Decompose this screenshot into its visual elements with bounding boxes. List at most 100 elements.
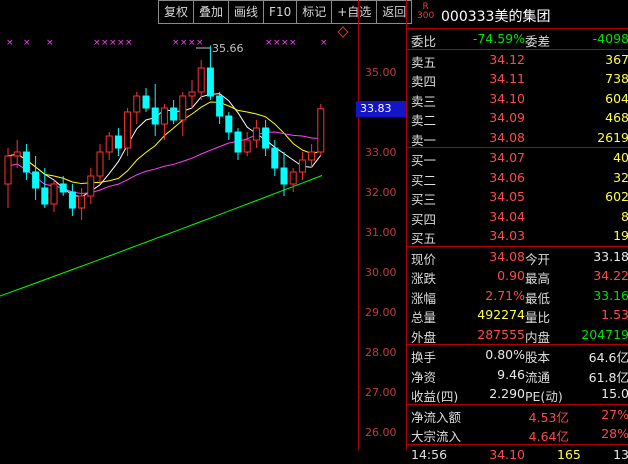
candle-body <box>88 176 94 196</box>
candle-body <box>125 112 131 148</box>
y-tick: 28.00 <box>365 346 397 359</box>
candle-body <box>253 128 259 140</box>
tick-row: 14:56 34.10 165 13 <box>407 445 628 464</box>
marker-cross: × <box>320 38 328 48</box>
high-price-label: 35.66 <box>212 42 244 55</box>
r-badge: R300 <box>417 3 434 21</box>
candle-body <box>272 148 278 168</box>
marker-cross: × <box>281 38 289 48</box>
mark-button[interactable]: 标记 <box>296 0 332 24</box>
y-tick: 32.00 <box>365 186 397 199</box>
f10-button[interactable]: F10 <box>263 0 297 24</box>
candle-body <box>143 96 149 108</box>
candle-body <box>235 132 241 152</box>
fundamentals: 换手0.80%股本64.6亿 净资9.46流通61.8亿 收益(四)2.290P… <box>407 345 628 405</box>
candle-body <box>299 160 305 172</box>
marker-cross: × <box>196 38 204 48</box>
y-tick: 31.00 <box>365 226 397 239</box>
candle-body <box>42 188 48 204</box>
weicha-value: -4098 <box>593 31 628 46</box>
stock-header[interactable]: R300 000333美的集团 <box>407 0 628 29</box>
marker-cross: × <box>109 38 117 48</box>
marker-cross: × <box>172 38 180 48</box>
candle-body <box>207 68 213 96</box>
weibi-value: -74.59% <box>473 31 525 46</box>
ask-row[interactable]: 卖三34.10604 <box>407 89 628 109</box>
candle-body <box>14 152 20 156</box>
quote-row: 现价34.08今开33.18 <box>407 247 628 267</box>
quote-row: 总量492274量比1.53 <box>407 305 628 325</box>
overlay-button[interactable]: 叠加 <box>193 0 229 24</box>
y-tick: 30.00 <box>365 266 397 279</box>
quote-row: 外盘287555内盘204719 <box>407 325 628 346</box>
bid-row[interactable]: 买三34.05602 <box>407 187 628 207</box>
marker-cross: × <box>265 38 273 48</box>
candle-body <box>23 152 29 172</box>
ask-row[interactable]: 卖二34.09468 <box>407 108 628 128</box>
ask-row[interactable]: 卖一34.082619 <box>407 128 628 149</box>
candle-body <box>309 152 315 160</box>
candle-body <box>79 196 85 208</box>
bid-row[interactable]: 买五34.0319 <box>407 226 628 247</box>
fundamental-row: 净资9.46流通61.8亿 <box>407 365 628 385</box>
fund-flows: 净流入额4.53亿27% 大宗流入4.64亿28% <box>407 405 628 445</box>
candle-body <box>189 92 195 96</box>
candle-body <box>281 168 287 184</box>
marker-cross: × <box>93 38 101 48</box>
marker-cross: × <box>289 38 297 48</box>
candlesticks <box>5 46 324 220</box>
fuquan-button[interactable]: 复权 <box>158 0 194 24</box>
marker-cross: × <box>117 38 125 48</box>
flow-row: 大宗流入4.64亿28% <box>407 424 628 445</box>
ma-markers: ××××××××××××××××× <box>6 38 328 48</box>
bid-row[interactable]: 买一34.0740 <box>407 148 628 168</box>
candle-body <box>97 152 103 176</box>
quote-row: 涨幅2.71%最低33.16 <box>407 286 628 306</box>
stock-code: 000333 <box>441 9 494 25</box>
candle-body <box>171 108 177 120</box>
kline-chart[interactable]: ××××××××××××××××× 35.66 <box>0 0 358 450</box>
marker-cross: × <box>125 38 133 48</box>
y-tick: 33.00 <box>365 146 397 159</box>
marker-cross: × <box>273 38 281 48</box>
stock-title: 000333美的集团 <box>441 6 550 26</box>
candle-body <box>33 172 39 188</box>
diamond-icon <box>338 27 348 37</box>
y-tick: 26.00 <box>365 426 397 439</box>
y-tick: 35.00 <box>365 66 397 79</box>
ask-row[interactable]: 卖五34.12367 <box>407 50 628 70</box>
marker-cross: × <box>188 38 196 48</box>
bid-row[interactable]: 买二34.0632 <box>407 168 628 188</box>
quote-stats: 现价34.08今开33.18 涨跌0.90最高34.22 涨幅2.71%最低33… <box>407 247 628 346</box>
marker-cross: × <box>23 38 31 48</box>
candle-body <box>5 156 11 184</box>
fundamental-row: 收益(四)2.290PE(动)15.0 <box>407 384 628 405</box>
candle-body <box>51 184 57 204</box>
bid-row[interactable]: 买四34.048 <box>407 207 628 227</box>
fundamental-row: 换手0.80%股本64.6亿 <box>407 345 628 365</box>
current-price-tag: 33.83 <box>356 101 406 117</box>
candle-body <box>152 108 158 124</box>
candle-body <box>69 192 75 208</box>
candle-body <box>106 136 112 152</box>
candle-body <box>263 128 269 148</box>
flow-row: 净流入额4.53亿27% <box>407 405 628 425</box>
bid-list: 买一34.0740 买二34.0632 买三34.05602 买四34.048 … <box>407 148 628 247</box>
candle-body <box>161 108 167 124</box>
marker-cross: × <box>180 38 188 48</box>
y-tick: 27.00 <box>365 386 397 399</box>
price-axis: 35.00 34.00 33.00 32.00 31.00 30.00 29.0… <box>358 0 407 450</box>
y-tick: 29.00 <box>365 306 397 319</box>
ask-list: 卖五34.12367 卖四34.11738 卖三34.10604 卖二34.09… <box>407 50 628 149</box>
marker-cross: × <box>46 38 54 48</box>
draw-line-button[interactable]: 画线 <box>228 0 264 24</box>
ask-row[interactable]: 卖四34.11738 <box>407 69 628 89</box>
marker-cross: × <box>6 38 14 48</box>
marker-cross: × <box>101 38 109 48</box>
candle-body <box>290 172 296 184</box>
candle-body <box>60 184 66 192</box>
candle-body <box>244 140 250 152</box>
candle-body <box>217 96 223 116</box>
quote-panel: R300 000333美的集团 委比 -74.59% 委差 -4098 卖五34… <box>406 0 628 450</box>
candle-body <box>226 116 232 132</box>
